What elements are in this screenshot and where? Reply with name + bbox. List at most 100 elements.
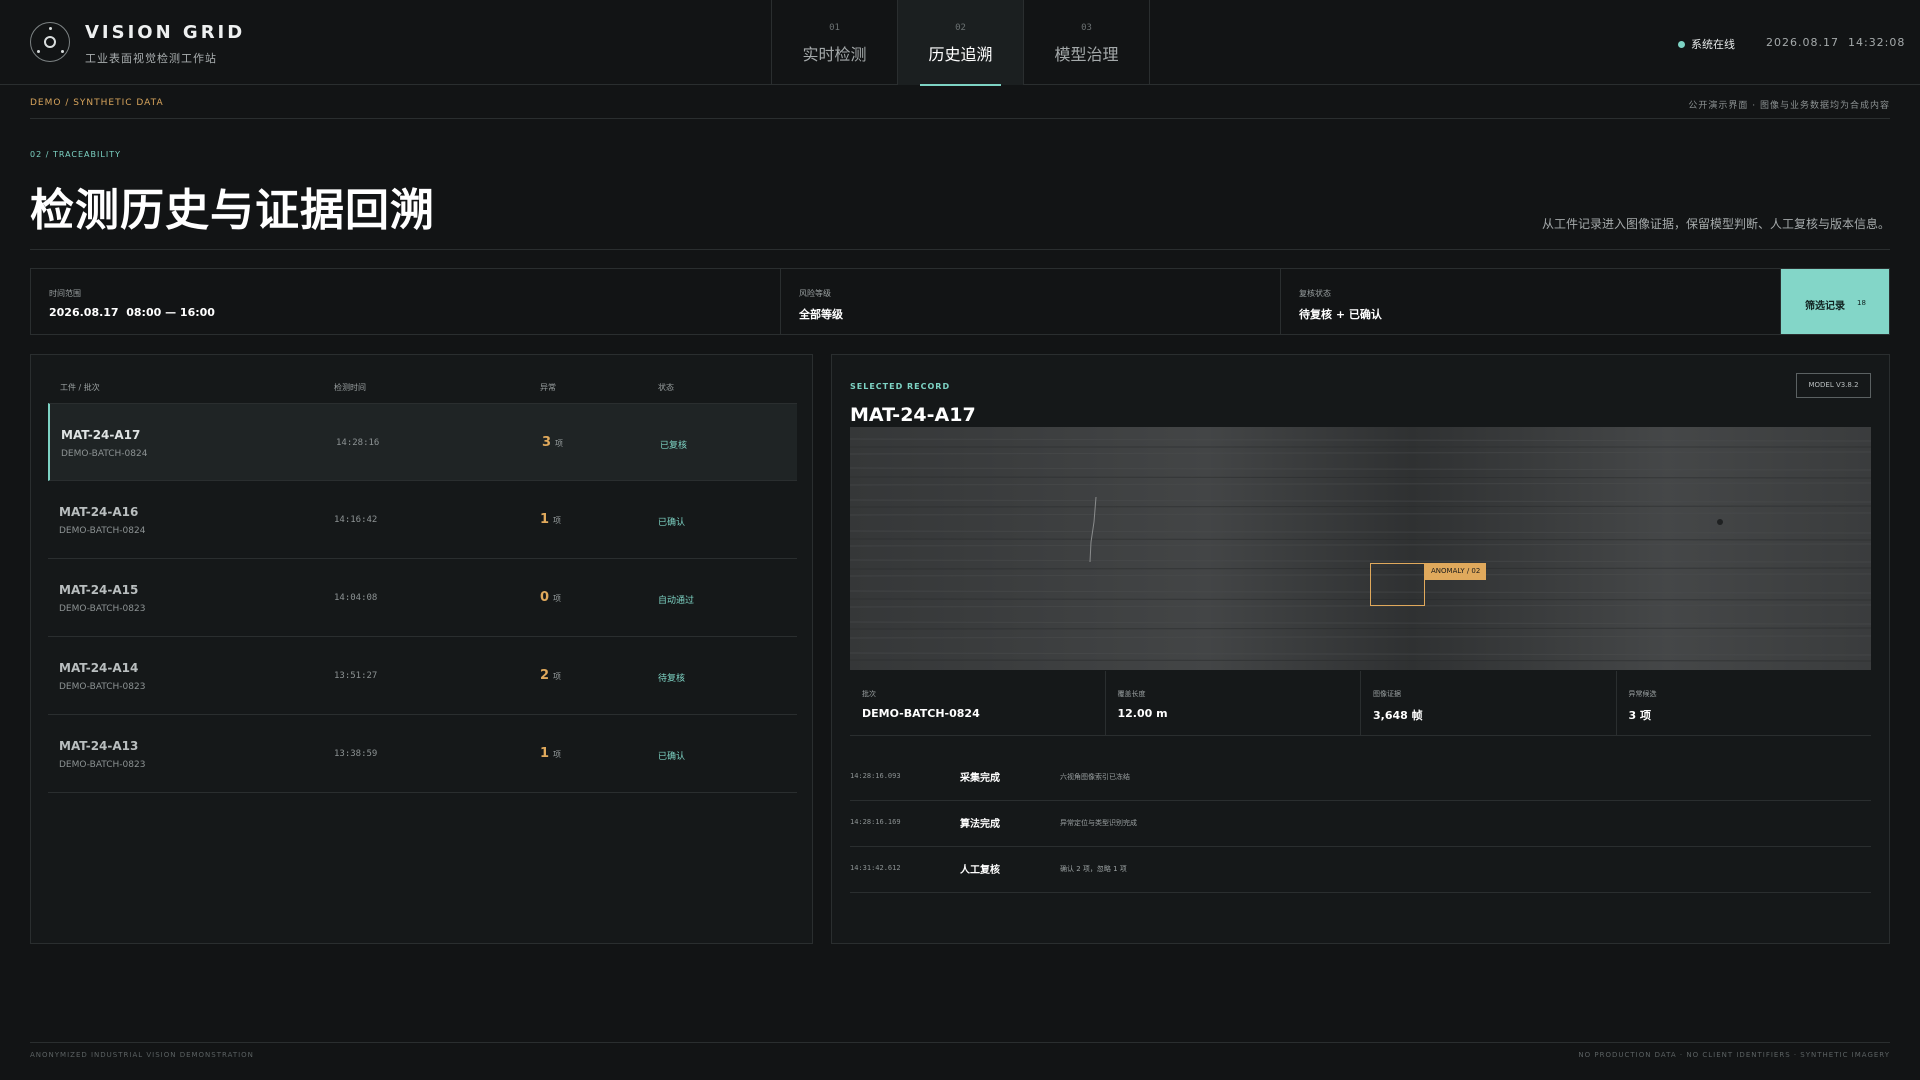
footer-left: ANONYMIZED INDUSTRIAL VISION DEMONSTRATI…: [30, 1051, 254, 1059]
timeline-item: 14:28:16.169 算法完成 异常定位与类型识别完成: [850, 801, 1871, 847]
filter-value: 待复核 + 已确认: [1299, 308, 1382, 321]
record-anomaly-count: 2项: [540, 668, 561, 683]
timeline-time: 14:28:16.093: [850, 772, 901, 780]
record-anomaly-count: 3项: [542, 435, 563, 450]
record-status: 自动通过: [658, 596, 695, 606]
tab-history[interactable]: 02 历史追溯: [898, 0, 1024, 86]
filter-button-label: 筛选记录: [1805, 301, 1845, 312]
record-time: 14:04:08: [334, 593, 378, 603]
anomaly-label: ANOMALY / 02: [1425, 563, 1487, 580]
timeline-time: 14:31:42.612: [850, 864, 901, 872]
tab-model-governance[interactable]: 03 模型治理: [1024, 0, 1150, 85]
filter-review-status[interactable]: 复核状态 待复核 + 已确认: [1281, 269, 1781, 334]
metric-value: 3,648 帧: [1373, 709, 1423, 722]
metric-batch: 批次 DEMO-BATCH-0824: [850, 671, 1106, 735]
filter-records-button[interactable]: 筛选记录 18: [1781, 269, 1889, 334]
filter-label: 风险等级: [799, 289, 831, 298]
count-unit: 项: [553, 750, 562, 759]
metric-label: 覆盖长度: [1117, 690, 1146, 698]
record-anomaly-count: 0项: [540, 590, 561, 605]
tab-label: 模型治理: [1054, 45, 1119, 64]
table-row[interactable]: MAT-24-A13 DEMO-BATCH-0823 13:38:59 1项 已…: [48, 715, 797, 793]
record-status: 已确认: [658, 752, 686, 762]
clock: 2026.08.17 14:32:08: [1766, 36, 1905, 49]
count-unit: 项: [553, 516, 562, 525]
main-tabs: 01 实时检测 02 历史追溯 03 模型治理: [771, 0, 1150, 86]
table-row[interactable]: MAT-24-A17 DEMO-BATCH-0824 14:28:16 3项 已…: [48, 403, 797, 481]
record-status: 待复核: [658, 674, 686, 684]
filter-value: 全部等级: [799, 308, 843, 321]
tab-number: 03: [1081, 23, 1092, 33]
clock-time: 14:32:08: [1847, 36, 1906, 49]
status-label: 系统在线: [1691, 38, 1735, 51]
record-id: MAT-24-A17: [61, 428, 141, 442]
record-id: MAT-24-A14: [59, 661, 139, 675]
record-detail-panel: SELECTED RECORD MAT-24-A17 MODEL V3.8.2: [831, 354, 1890, 944]
count-unit: 项: [555, 439, 564, 448]
timeline-item: 14:28:16.093 采集完成 六视角图像索引已冻结: [850, 755, 1871, 801]
clock-date: 2026.08.17: [1766, 36, 1839, 49]
record-time: 14:16:42: [334, 515, 378, 525]
system-status: 系统在线: [1678, 36, 1735, 52]
record-anomaly-count: 1项: [540, 512, 561, 527]
record-id: MAT-24-A15: [59, 583, 139, 597]
timeline-item: 14:31:42.612 人工复核 确认 2 项，忽略 1 项: [850, 847, 1871, 893]
record-status: 已复核: [660, 441, 688, 451]
status-dot-icon: [1678, 40, 1685, 48]
column-header-part: 工件 / 批次: [60, 383, 100, 392]
table-row[interactable]: MAT-24-A14 DEMO-BATCH-0823 13:51:27 2项 待…: [48, 637, 797, 715]
metric-coverage: 覆盖长度 12.00 m: [1106, 671, 1361, 735]
filter-bar: 时间范围 2026.08.17 08:00 — 16:00 风险等级 全部等级 …: [30, 268, 1890, 335]
count-unit: 项: [553, 594, 562, 603]
metric-label: 图像证据: [1373, 690, 1401, 698]
record-status: 已确认: [658, 518, 686, 528]
table-row[interactable]: MAT-24-A16 DEMO-BATCH-0824 14:16:42 1项 已…: [48, 481, 797, 559]
tab-number: 02: [955, 23, 966, 33]
record-time: 14:28:16: [336, 438, 380, 448]
timeline-event: 人工复核: [960, 865, 1000, 876]
metric-evidence-frames: 图像证据 3,648 帧: [1361, 671, 1617, 735]
column-header-anomaly: 异常: [540, 383, 556, 392]
page-title: 检测历史与证据回溯: [30, 185, 435, 236]
timeline-description: 确认 2 项，忽略 1 项: [1060, 865, 1127, 873]
demo-notice: 公开演示界面 · 图像与业务数据均为合成内容: [1688, 101, 1890, 111]
evidence-image[interactable]: ANOMALY / 02: [850, 427, 1871, 670]
filter-value: 2026.08.17 08:00 — 16:00: [49, 306, 215, 319]
tab-number: 01: [829, 23, 840, 33]
metric-label: 批次: [862, 690, 876, 698]
record-anomaly-count: 1项: [540, 746, 561, 761]
record-time: 13:38:59: [334, 749, 378, 759]
section-tag: 02 / TRACEABILITY: [30, 150, 121, 159]
model-version-badge: MODEL V3.8.2: [1796, 373, 1871, 398]
tab-label: 实时检测: [802, 45, 867, 64]
demo-strip: DEMO / SYNTHETIC DATA 公开演示界面 · 图像与业务数据均为…: [30, 86, 1890, 119]
record-id: MAT-24-A13: [59, 739, 139, 753]
event-timeline: 14:28:16.093 采集完成 六视角图像索引已冻结 14:28:16.16…: [850, 755, 1871, 893]
demo-label: DEMO / SYNTHETIC DATA: [30, 98, 164, 108]
logo-icon: [30, 22, 70, 62]
filter-time-range[interactable]: 时间范围 2026.08.17 08:00 — 16:00: [31, 269, 781, 334]
timeline-event: 算法完成: [960, 819, 1000, 830]
table-row[interactable]: MAT-24-A15 DEMO-BATCH-0823 14:04:08 0项 自…: [48, 559, 797, 637]
anomaly-bounding-box[interactable]: [1370, 563, 1425, 606]
footer-right: NO PRODUCTION DATA · NO CLIENT IDENTIFIE…: [1578, 1051, 1890, 1059]
divider: [30, 249, 1890, 250]
page-description: 从工件记录进入图像证据，保留模型判断、人工复核与版本信息。: [1541, 217, 1890, 231]
metric-value: DEMO-BATCH-0824: [862, 707, 980, 720]
count-value: 1: [540, 746, 550, 761]
record-id: MAT-24-A16: [59, 505, 139, 519]
detail-record-id: MAT-24-A17: [850, 404, 976, 426]
tab-realtime[interactable]: 01 实时检测: [772, 0, 898, 85]
column-header-time: 检测时间: [334, 383, 366, 392]
filter-count-badge: 18: [1857, 299, 1866, 307]
footer-divider: [30, 1042, 1890, 1043]
tab-label: 历史追溯: [928, 45, 993, 64]
count-value: 1: [540, 512, 550, 527]
filter-risk-level[interactable]: 风险等级 全部等级: [781, 269, 1281, 334]
records-list: MAT-24-A17 DEMO-BATCH-0824 14:28:16 3项 已…: [48, 403, 797, 793]
record-time: 13:51:27: [334, 671, 378, 681]
metric-value: 3 项: [1628, 709, 1651, 722]
column-header-status: 状态: [658, 383, 674, 392]
count-unit: 项: [553, 672, 562, 681]
timeline-event: 采集完成: [960, 773, 1000, 784]
